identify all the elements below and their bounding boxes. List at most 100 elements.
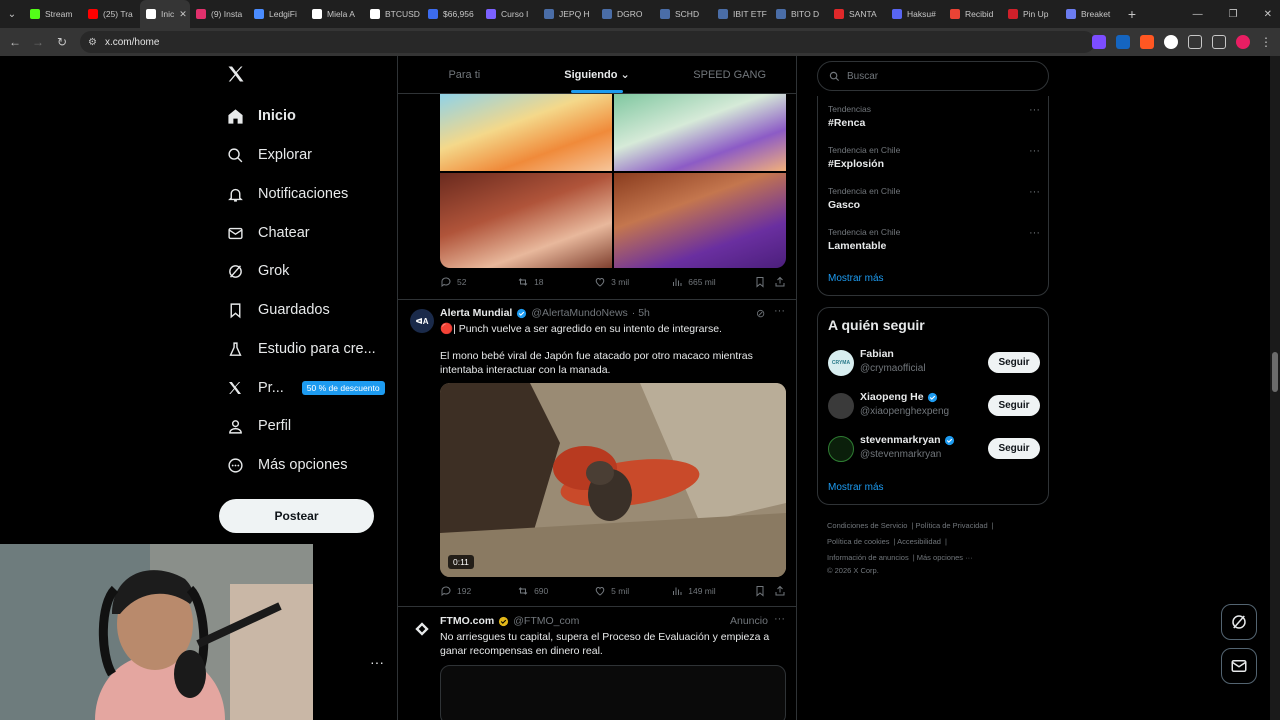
new-tab-button[interactable]: + bbox=[1118, 6, 1146, 22]
tweet-image[interactable] bbox=[440, 173, 612, 268]
browser-tab[interactable]: Breaket bbox=[1060, 0, 1118, 28]
views-button[interactable]: 149 mil bbox=[671, 585, 754, 597]
footer-link[interactable]: Política de Privacidad bbox=[916, 521, 988, 530]
avatar[interactable]: CRYMA bbox=[828, 350, 854, 376]
browser-tab[interactable]: Curso I bbox=[480, 0, 538, 28]
footer-link[interactable]: Información de anuncios bbox=[827, 553, 909, 562]
nav-more[interactable]: Más opciones bbox=[226, 450, 347, 480]
sidebar-icon[interactable] bbox=[1212, 35, 1226, 49]
nav-profile[interactable]: Perfil bbox=[226, 411, 291, 441]
trend-item[interactable]: Tendencia en Chile Gasco ··· bbox=[828, 186, 1040, 211]
reply-button[interactable]: 192 bbox=[440, 585, 517, 597]
browser-tab[interactable]: Inic ✕ bbox=[140, 0, 190, 28]
bookmark-button[interactable] bbox=[754, 585, 774, 597]
more-icon[interactable]: ··· bbox=[774, 305, 785, 317]
close-tab-icon[interactable]: ✕ bbox=[179, 9, 187, 20]
tweet-image[interactable] bbox=[614, 94, 786, 171]
scrollbar-thumb[interactable] bbox=[1272, 352, 1278, 392]
follow-button[interactable]: Seguir bbox=[988, 352, 1040, 373]
nav-chat[interactable]: Chatear bbox=[226, 218, 310, 248]
browser-tab[interactable]: Stream bbox=[24, 0, 82, 28]
browser-tab[interactable]: SCHD bbox=[654, 0, 712, 28]
extension-icon[interactable] bbox=[1164, 35, 1178, 49]
browser-tab[interactable]: LedgiFi bbox=[248, 0, 306, 28]
more-icon[interactable]: ··· bbox=[1029, 186, 1040, 198]
reply-button[interactable]: 52 bbox=[440, 276, 517, 288]
close-window-icon[interactable]: ✕ bbox=[1264, 9, 1272, 20]
x-logo-icon[interactable] bbox=[226, 64, 246, 90]
tweet-time[interactable]: · 5h bbox=[632, 307, 650, 319]
nav-premium[interactable]: Pr... 50 % de descuento bbox=[226, 373, 385, 403]
repost-button[interactable]: 18 bbox=[517, 276, 594, 288]
like-button[interactable]: 5 mil bbox=[594, 585, 671, 597]
nav-home[interactable]: Inicio bbox=[226, 101, 296, 131]
browser-tab[interactable]: Miela A bbox=[306, 0, 364, 28]
profile-avatar[interactable] bbox=[1236, 35, 1250, 49]
repost-button[interactable]: 690 bbox=[517, 585, 594, 597]
nav-grok[interactable]: Grok bbox=[226, 256, 289, 286]
browser-tab[interactable]: Pin Up bbox=[1002, 0, 1060, 28]
tab-search-chevron-icon[interactable]: ⌄ bbox=[0, 0, 24, 28]
account-menu-icon[interactable]: ··· bbox=[370, 654, 384, 670]
follow-suggestion[interactable]: CRYMA Fabian @crymaofficial Seguir bbox=[828, 348, 1040, 378]
author-handle[interactable]: @FTMO_com bbox=[513, 615, 579, 627]
footer-link[interactable]: Accesibilidad bbox=[897, 537, 941, 546]
follow-button[interactable]: Seguir bbox=[988, 438, 1040, 459]
puzzle-icon[interactable] bbox=[1188, 35, 1202, 49]
browser-tab[interactable]: IBIT ETF bbox=[712, 0, 770, 28]
scrollbar[interactable] bbox=[1270, 56, 1280, 720]
tweet-image[interactable] bbox=[440, 94, 612, 171]
avatar[interactable] bbox=[828, 393, 854, 419]
browser-tab[interactable]: BTCUSD bbox=[364, 0, 422, 28]
search-input[interactable]: Buscar bbox=[817, 61, 1049, 91]
browser-tab[interactable]: BITO D bbox=[770, 0, 828, 28]
browser-tab[interactable]: (9) Insta bbox=[190, 0, 248, 28]
minimize-icon[interactable]: — bbox=[1193, 9, 1203, 20]
browser-tab[interactable]: Haksu# bbox=[886, 0, 944, 28]
browser-menu-icon[interactable]: ⋮ bbox=[1260, 35, 1272, 49]
more-icon[interactable]: ··· bbox=[1029, 227, 1040, 239]
extension-icon[interactable] bbox=[1140, 35, 1154, 49]
address-bar[interactable]: ⚙ x.com/home bbox=[80, 31, 1095, 53]
trend-item[interactable]: Tendencia en Chile Lamentable ··· bbox=[828, 227, 1040, 252]
reload-icon[interactable]: ↻ bbox=[50, 35, 74, 49]
footer-link[interactable]: Política de cookies bbox=[827, 537, 890, 546]
author-name[interactable]: Alerta Mundial bbox=[440, 307, 512, 319]
tab-following[interactable]: Siguiendo ⌄ bbox=[531, 56, 664, 93]
tweet-image[interactable] bbox=[614, 173, 786, 268]
author-handle[interactable]: @AlertaMundoNews bbox=[531, 307, 627, 319]
like-button[interactable]: 3 mil bbox=[594, 276, 671, 288]
views-button[interactable]: 665 mil bbox=[671, 276, 754, 288]
footer-link[interactable]: Condiciones de Servicio bbox=[827, 521, 907, 530]
more-icon[interactable]: ··· bbox=[1029, 145, 1040, 157]
extension-icon[interactable] bbox=[1116, 35, 1130, 49]
avatar[interactable] bbox=[828, 436, 854, 462]
trend-item[interactable]: Tendencia en Chile #Explosión ··· bbox=[828, 145, 1040, 170]
nav-notifications[interactable]: Notificaciones bbox=[226, 179, 348, 209]
grok-icon[interactable]: ⊘ bbox=[756, 307, 765, 320]
trends-show-more-link[interactable]: Mostrar más bbox=[828, 273, 884, 284]
browser-tab[interactable]: JEPQ H bbox=[538, 0, 596, 28]
trend-item[interactable]: Tendencias #Renca ··· bbox=[828, 104, 1040, 129]
site-info-icon[interactable]: ⚙ bbox=[88, 37, 97, 48]
follow-suggestion[interactable]: Xiaopeng He @xiaopenghexpeng Seguir bbox=[828, 391, 1040, 421]
share-button[interactable] bbox=[774, 585, 786, 597]
tweet-video[interactable]: 0:11 bbox=[440, 383, 786, 577]
post-button[interactable]: Postear bbox=[219, 499, 374, 533]
maximize-icon[interactable]: ❐ bbox=[1229, 9, 1238, 20]
back-icon[interactable]: ← bbox=[3, 35, 27, 49]
tab-for-you[interactable]: Para ti bbox=[398, 56, 531, 93]
browser-tab[interactable]: $66,956 bbox=[422, 0, 480, 28]
tweet-media-grid[interactable] bbox=[440, 94, 786, 268]
forward-icon[interactable]: → bbox=[26, 35, 50, 49]
follow-suggestion[interactable]: stevenmarkryan @stevenmarkryan Seguir bbox=[828, 434, 1040, 464]
follow-button[interactable]: Seguir bbox=[988, 395, 1040, 416]
author-name[interactable]: FTMO.com bbox=[440, 615, 494, 627]
more-icon[interactable]: ··· bbox=[1029, 104, 1040, 116]
bookmark-button[interactable] bbox=[754, 276, 774, 288]
browser-tab[interactable]: SANTA bbox=[828, 0, 886, 28]
nav-creator-studio[interactable]: Estudio para cre... bbox=[226, 334, 376, 364]
browser-tab[interactable]: DGRO bbox=[596, 0, 654, 28]
tab-speed-gang[interactable]: SPEED GANG bbox=[663, 56, 796, 93]
avatar[interactable]: ᐊA bbox=[410, 309, 434, 333]
